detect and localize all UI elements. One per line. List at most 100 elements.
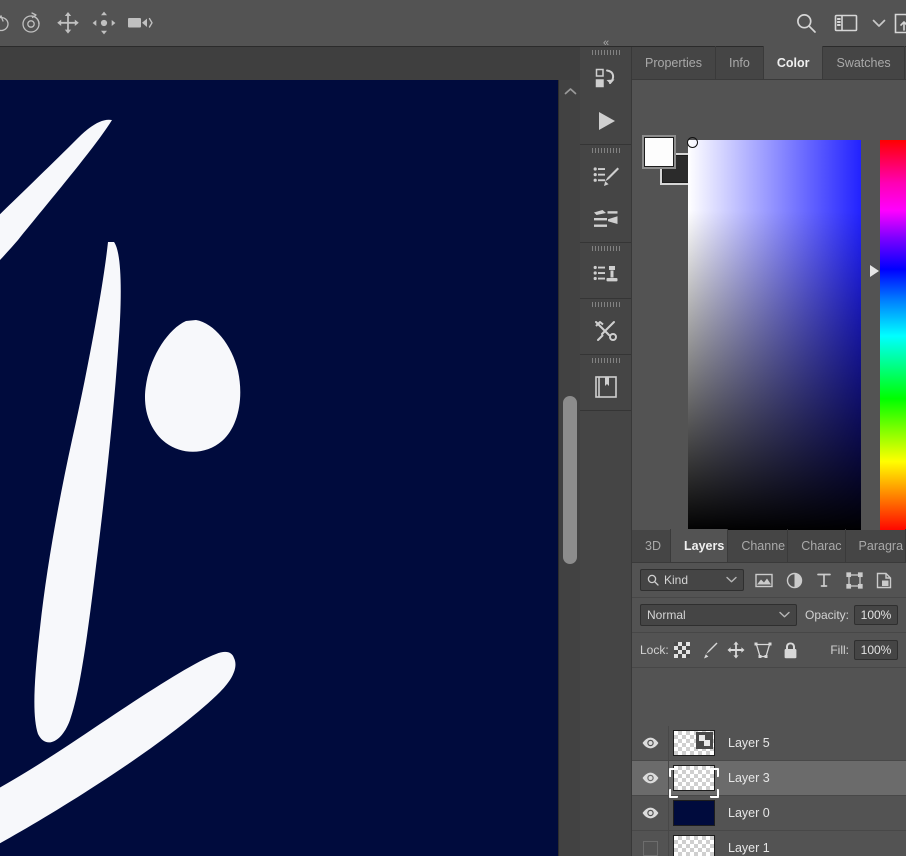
- filter-type-layers-icon[interactable]: [810, 568, 838, 592]
- foreground-color-swatch[interactable]: [642, 135, 676, 169]
- rotate-3d-tool-icon[interactable]: [0, 6, 14, 40]
- table-row[interactable]: Layer 3: [632, 760, 906, 798]
- tool-presets-panel-icon[interactable]: [580, 310, 632, 352]
- layer-name: Layer 3: [728, 771, 770, 785]
- dock-grip[interactable]: [580, 243, 631, 254]
- photoshop-window: « Properties Info Color Swatches 3D Laye…: [0, 0, 906, 856]
- layer-thumbnail: [673, 765, 715, 791]
- layer-name: Layer 1: [728, 841, 770, 855]
- layer-effects-icon: [696, 732, 713, 749]
- filter-smart-objects-icon[interactable]: [870, 568, 898, 592]
- lock-image-pixels-icon[interactable]: [696, 638, 723, 662]
- dock-group-brushes: [580, 145, 631, 243]
- search-icon: [647, 574, 659, 586]
- dock-group-clone: [580, 243, 631, 299]
- scroll-up-icon[interactable]: [559, 80, 580, 102]
- layer-kind-filter-value: Kind: [664, 573, 689, 587]
- dock-grip[interactable]: [580, 355, 631, 366]
- canvas-area[interactable]: [0, 47, 580, 856]
- color-saturation-value-field[interactable]: [688, 140, 861, 532]
- layer-thumbnail: [673, 800, 715, 826]
- options-bar-tools: [0, 0, 158, 46]
- canvas-top-gap: [0, 47, 580, 80]
- lock-transparent-pixels-icon[interactable]: [669, 638, 696, 662]
- layer-visibility-toggle[interactable]: [632, 760, 669, 796]
- pan-3d-tool-icon[interactable]: [50, 6, 86, 40]
- layer-filter-icons: [750, 568, 898, 592]
- layers-panel-tabstrip: 3D Layers Channe Charac Paragra: [632, 529, 906, 563]
- lock-position-icon[interactable]: [723, 638, 750, 662]
- color-panel-tabstrip: Properties Info Color Swatches: [632, 46, 906, 80]
- actions-panel-icon[interactable]: [580, 58, 632, 100]
- share-icon[interactable]: [893, 6, 906, 40]
- layer-thumbnail-cell[interactable]: [669, 835, 719, 856]
- filter-adjustment-layers-icon[interactable]: [780, 568, 808, 592]
- layer-thumbnail-cell[interactable]: [669, 800, 719, 826]
- brush-presets-panel-icon[interactable]: [580, 156, 632, 198]
- opacity-label: Opacity:: [804, 608, 849, 622]
- chevron-down-icon: [779, 610, 790, 620]
- layer-kind-filter[interactable]: Kind: [640, 569, 744, 591]
- foreground-background-swatches: [642, 135, 692, 185]
- layer-hidden-indicator: [642, 840, 658, 856]
- tab-3d[interactable]: 3D: [632, 529, 672, 562]
- layers-panel: 3D Layers Channe Charac Paragra Kind Nor…: [632, 529, 906, 856]
- layer-list: Layer 5 Layer 3 Layer 0 Layer 1: [632, 725, 906, 856]
- layer-thumbnail-cell[interactable]: [669, 765, 719, 798]
- tab-properties[interactable]: Properties: [632, 46, 716, 79]
- scrollbar-thumb[interactable]: [563, 396, 577, 564]
- dock-group-actions: [580, 47, 631, 145]
- layer-visibility-toggle[interactable]: [632, 830, 669, 856]
- layer-name: Layer 5: [728, 736, 770, 750]
- blend-mode-value: Normal: [647, 608, 686, 622]
- filter-shape-layers-icon[interactable]: [840, 568, 868, 592]
- layer-thumbnail: [673, 730, 715, 756]
- search-icon[interactable]: [785, 6, 827, 40]
- workspace-icon[interactable]: [827, 6, 865, 40]
- tab-swatches[interactable]: Swatches: [823, 46, 905, 79]
- tab-channels[interactable]: Channe: [728, 529, 789, 562]
- clone-source-panel-icon[interactable]: [580, 254, 632, 296]
- lock-all-icon[interactable]: [777, 638, 804, 662]
- right-panel-column: Properties Info Color Swatches 3D Layers…: [632, 46, 906, 856]
- brush-settings-panel-icon[interactable]: [580, 198, 632, 240]
- roll-3d-tool-icon[interactable]: [14, 6, 50, 40]
- layer-visibility-toggle[interactable]: [632, 795, 669, 831]
- play-panel-icon[interactable]: [580, 100, 632, 142]
- tab-color[interactable]: Color: [763, 46, 824, 79]
- chevron-down-icon[interactable]: [865, 6, 893, 40]
- layer-thumbnail-cell[interactable]: [669, 730, 719, 756]
- dock-grip[interactable]: [580, 299, 631, 310]
- dock-grip[interactable]: [580, 145, 631, 156]
- options-bar-right: [785, 0, 906, 46]
- layer-visibility-toggle[interactable]: [632, 725, 669, 761]
- blend-mode-row: Normal Opacity: 100%: [632, 598, 906, 633]
- slide-3d-tool-icon[interactable]: [86, 6, 122, 40]
- hue-slider-marker[interactable]: [870, 265, 879, 277]
- layer-name: Layer 0: [728, 806, 770, 820]
- blend-mode-dropdown[interactable]: Normal: [640, 604, 797, 626]
- tab-info[interactable]: Info: [716, 46, 764, 79]
- opacity-input[interactable]: 100%: [854, 605, 898, 625]
- lock-artboard-nesting-icon[interactable]: [750, 638, 777, 662]
- tab-layers[interactable]: Layers: [671, 529, 729, 562]
- canvas-vertical-scrollbar[interactable]: [558, 80, 580, 856]
- collapsed-panel-dock: «: [580, 37, 632, 856]
- table-row[interactable]: Layer 0: [632, 795, 906, 831]
- libraries-panel-icon[interactable]: [580, 366, 632, 408]
- camera-3d-tool-icon[interactable]: [122, 6, 158, 40]
- color-hue-strip[interactable]: [880, 140, 906, 532]
- layer-filter-row: Kind: [632, 563, 906, 598]
- dock-group-tool-presets: [580, 299, 631, 355]
- fill-input[interactable]: 100%: [854, 640, 898, 660]
- layer-thumbnail: [673, 835, 715, 856]
- dock-group-libraries: [580, 355, 631, 411]
- tab-character[interactable]: Charac: [788, 529, 846, 562]
- table-row[interactable]: Layer 5: [632, 725, 906, 761]
- filter-pixel-layers-icon[interactable]: [750, 568, 778, 592]
- artboard[interactable]: [0, 80, 558, 856]
- table-row[interactable]: Layer 1: [632, 830, 906, 856]
- color-field-cursor: [687, 137, 698, 148]
- color-panel: [632, 80, 906, 550]
- tab-paragraph[interactable]: Paragra: [846, 529, 906, 562]
